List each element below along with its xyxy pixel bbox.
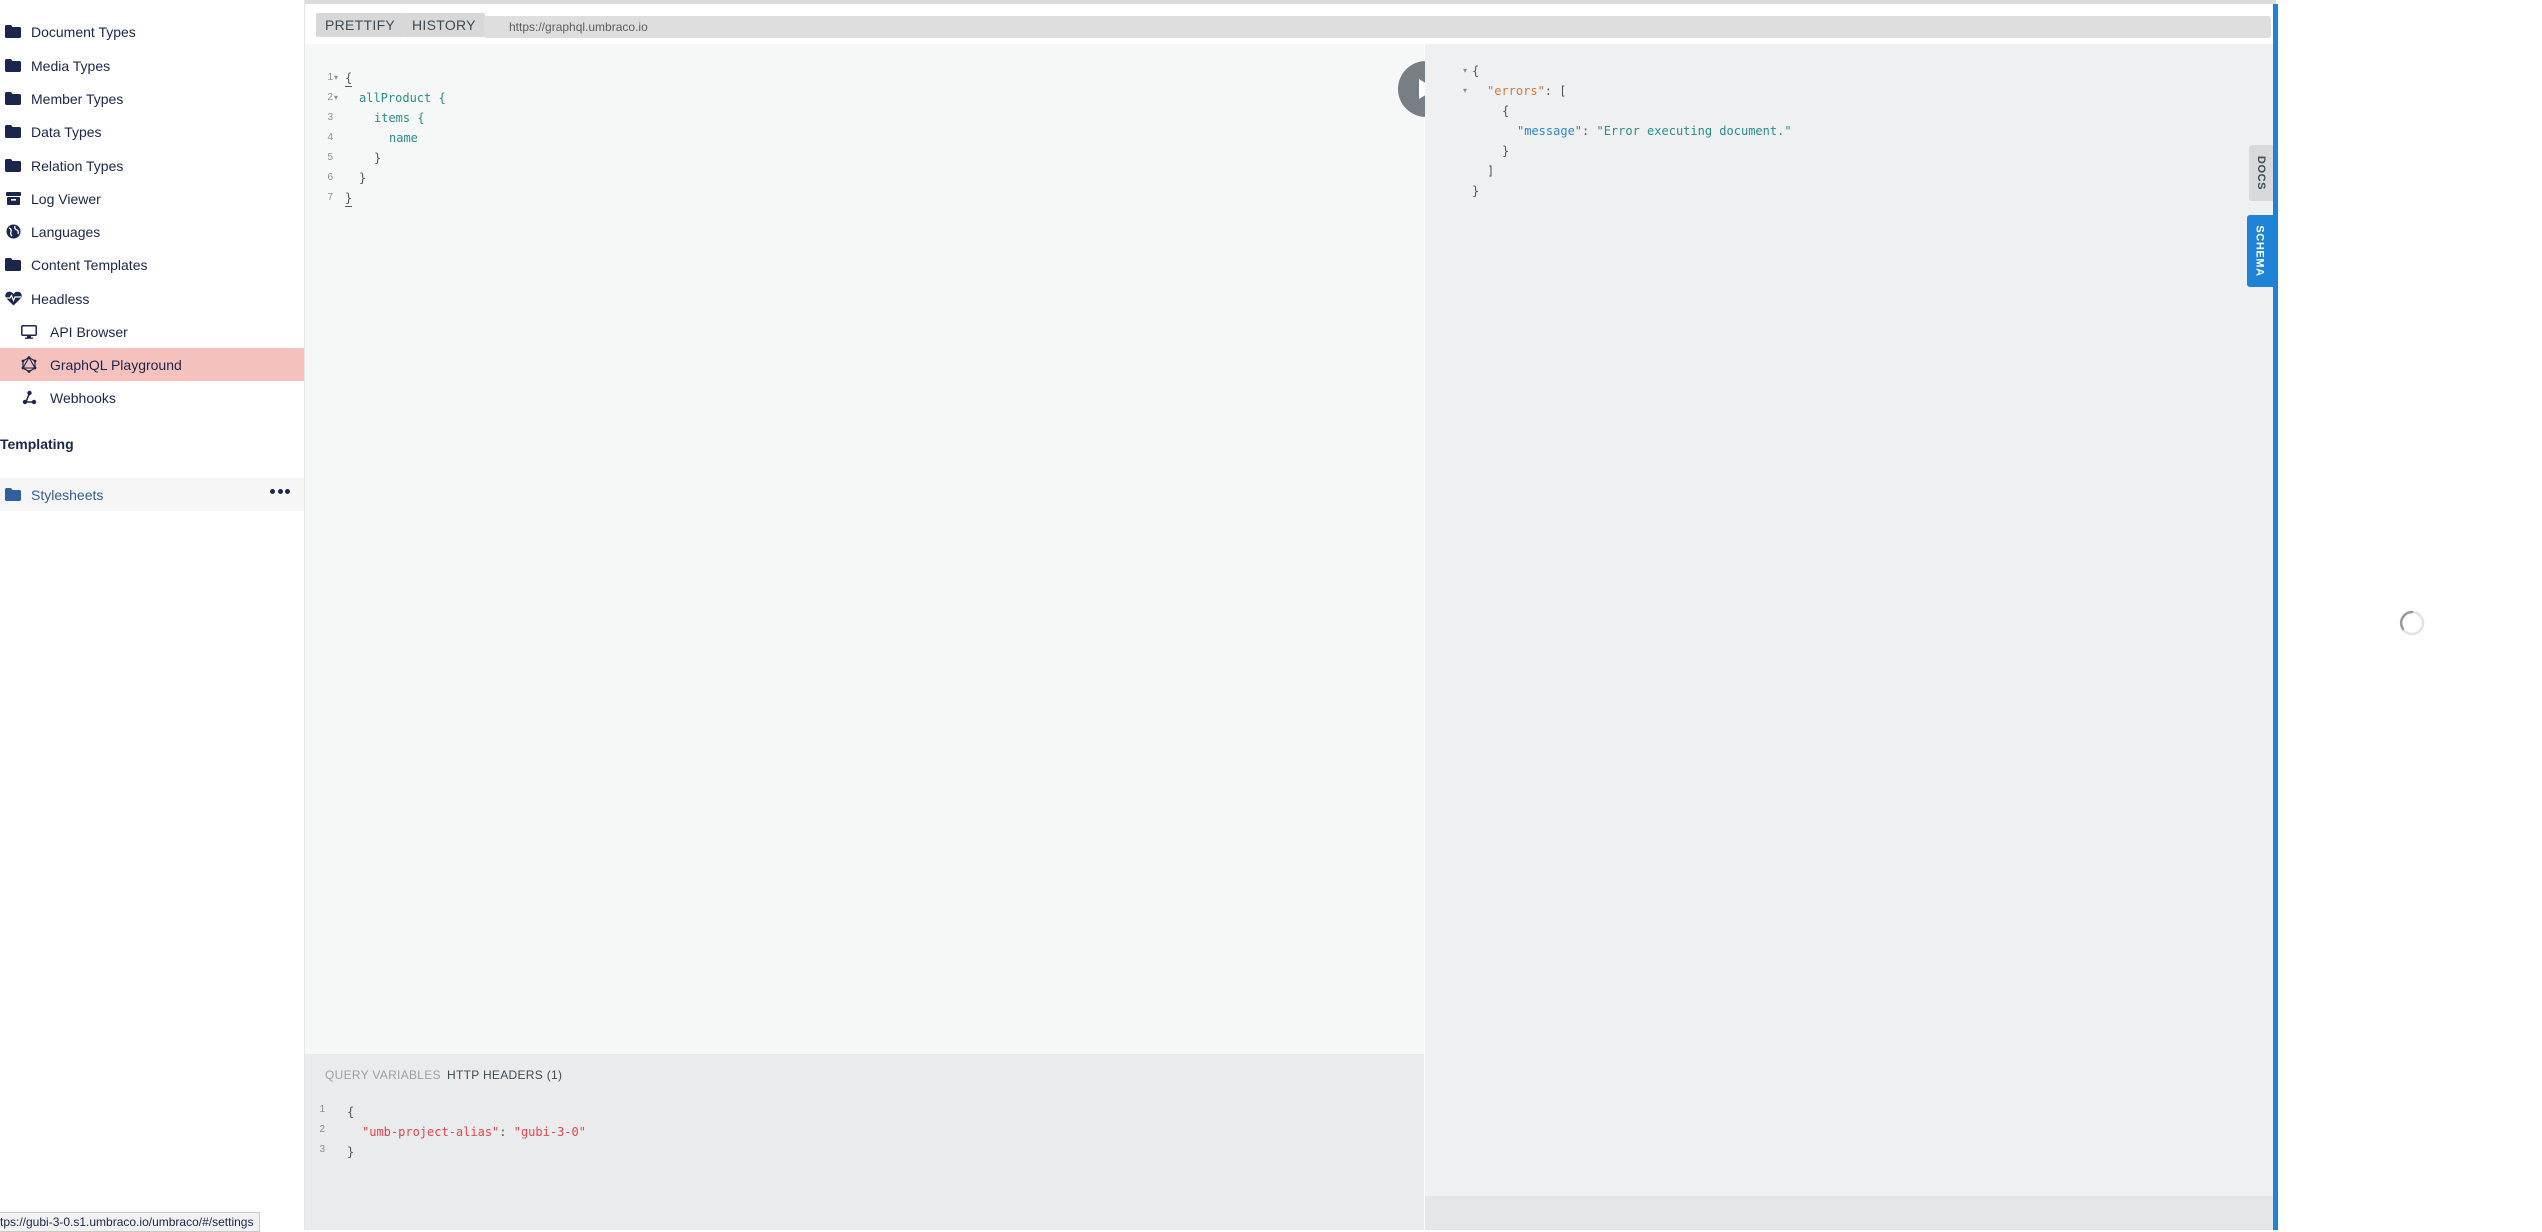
code-line: { — [345, 71, 353, 87]
json-brace: { — [347, 1105, 355, 1119]
globe-icon — [4, 223, 22, 241]
webhook-icon — [20, 389, 38, 407]
folder-icon — [4, 57, 22, 75]
sidebar-item-relation-types[interactable]: Relation Types — [0, 149, 304, 182]
folder-icon — [4, 23, 22, 41]
monitor-icon — [20, 323, 38, 341]
fold-arrow-icon[interactable]: ▾ — [334, 70, 338, 86]
code-line: } — [359, 171, 367, 185]
json-key-message: "message" — [1517, 124, 1583, 138]
settings-sidebar: Document Types Media Types Member Types … — [0, 0, 305, 1232]
line-number: 2 — [319, 1124, 325, 1135]
json-line-message: "message": "Error executing document." — [1517, 123, 1792, 139]
json-punct: : [ — [1544, 84, 1567, 98]
section-heading-templating: Templating — [0, 436, 74, 452]
tab-query-variables[interactable]: QUERY VARIABLES — [325, 1068, 441, 1082]
tab-strip — [305, 0, 2276, 4]
folder-icon — [4, 123, 22, 141]
json-brace: { — [1472, 64, 1480, 78]
sidebar-item-label: Stylesheets — [31, 486, 104, 503]
json-punct: : — [1582, 124, 1597, 138]
loading-spinner-icon — [2399, 610, 2425, 636]
schema-tab[interactable]: SCHEMA — [2247, 215, 2273, 287]
sidebar-item-label: Member Types — [31, 90, 124, 107]
folder-icon — [4, 90, 22, 108]
folder-icon — [4, 256, 22, 274]
sidebar-item-label: Webhooks — [50, 389, 116, 406]
history-button[interactable]: HISTORY — [403, 13, 485, 37]
sidebar-item-webhooks[interactable]: Webhooks — [0, 381, 304, 414]
sidebar-item-media-types[interactable]: Media Types — [0, 49, 304, 82]
more-actions-icon[interactable] — [270, 489, 290, 495]
sidebar-item-api-browser[interactable]: API Browser — [0, 315, 304, 348]
header-line[interactable]: "umb-project-alias": "gubi-3-0" — [362, 1124, 586, 1140]
fold-arrow-icon[interactable]: ▾ — [334, 90, 338, 106]
sidebar-item-languages[interactable]: Languages — [0, 215, 304, 248]
line-number: 2 — [327, 92, 333, 103]
json-brace: } — [1502, 144, 1510, 158]
sidebar-item-label: Relation Types — [31, 157, 124, 174]
sidebar-item-label: Languages — [31, 223, 101, 240]
sidebar-item-data-types[interactable]: Data Types — [0, 115, 304, 148]
archive-box-icon — [4, 190, 22, 208]
sidebar-item-label: Content Templates — [31, 256, 148, 273]
folder-icon — [4, 157, 22, 175]
query-editor[interactable]: 1 ▾ { 2 ▾ allProduct { 3 items { 4 name … — [305, 44, 1424, 1054]
result-footer — [1425, 1196, 2275, 1230]
code-line: } — [345, 191, 353, 207]
line-number: 5 — [327, 152, 333, 163]
header-value: "gubi-3-0" — [513, 1125, 586, 1139]
prettify-button[interactable]: PRETTIFY — [316, 13, 405, 37]
json-key-errors: "errors" — [1487, 84, 1545, 98]
status-bar-url: tps://gubi-3-0.s1.umbraco.io/umbraco/#/s… — [0, 1212, 261, 1232]
sidebar-item-log-viewer[interactable]: Log Viewer — [0, 182, 304, 215]
code-line: items { — [374, 111, 425, 125]
fold-arrow-icon[interactable]: ▾ — [1463, 83, 1467, 99]
line-number: 7 — [327, 192, 333, 203]
code-line: allProduct { — [359, 91, 446, 105]
sidebar-item-label: Document Types — [31, 23, 136, 40]
heart-pulse-icon — [4, 290, 22, 308]
json-brace: } — [347, 1145, 355, 1159]
json-punct: : — [499, 1125, 514, 1139]
code-line: name — [389, 131, 418, 145]
sidebar-item-stylesheets[interactable]: Stylesheets — [0, 478, 304, 511]
line-number: 6 — [327, 172, 333, 183]
schema-tab-label: SCHEMA — [2254, 225, 2266, 277]
docs-tab[interactable]: DOCS — [2249, 145, 2273, 201]
sidebar-item-label: Log Viewer — [31, 190, 101, 207]
schema-drawer-edge[interactable] — [2273, 4, 2278, 1230]
sidebar-item-graphql-playground[interactable]: GraphQL Playground — [0, 348, 304, 381]
fold-arrow-icon[interactable]: ▾ — [1463, 63, 1467, 79]
sidebar-item-headless[interactable]: Headless — [0, 282, 304, 315]
json-value-message: "Error executing document." — [1596, 124, 1792, 138]
json-brace: } — [1472, 184, 1480, 198]
variables-panel: QUERY VARIABLES HTTP HEADERS (1) 1 { 2 "… — [305, 1054, 1424, 1230]
folder-icon — [4, 486, 22, 504]
sidebar-item-document-types[interactable]: Document Types — [0, 15, 304, 48]
sidebar-item-label: API Browser — [50, 323, 128, 340]
sidebar-item-label: GraphQL Playground — [50, 356, 182, 373]
line-number: 1 — [327, 72, 333, 83]
json-brace: { — [1502, 104, 1510, 118]
json-line-errors: "errors": [ — [1487, 83, 1566, 99]
sidebar-item-label: Headless — [31, 290, 90, 307]
graphql-icon — [20, 356, 38, 374]
sidebar-item-label: Media Types — [31, 57, 111, 74]
line-number: 3 — [327, 112, 333, 123]
header-key: "umb-project-alias" — [362, 1125, 500, 1139]
sidebar-item-label: Data Types — [31, 123, 102, 140]
line-number: 3 — [319, 1144, 325, 1155]
endpoint-url-input[interactable]: https://graphql.umbraco.io — [484, 16, 2271, 38]
code-line: } — [374, 151, 382, 165]
line-number: 4 — [327, 132, 333, 143]
docs-tab-label: DOCS — [2255, 155, 2267, 191]
line-number: 1 — [319, 1104, 325, 1115]
result-pane: ▾ { ▾ "errors": [ { "message": "Error ex… — [1425, 44, 2275, 1196]
json-bracket: ] — [1487, 164, 1495, 178]
sidebar-item-member-types[interactable]: Member Types — [0, 82, 304, 115]
tab-http-headers[interactable]: HTTP HEADERS (1) — [447, 1068, 562, 1082]
sidebar-item-content-templates[interactable]: Content Templates — [0, 248, 304, 281]
